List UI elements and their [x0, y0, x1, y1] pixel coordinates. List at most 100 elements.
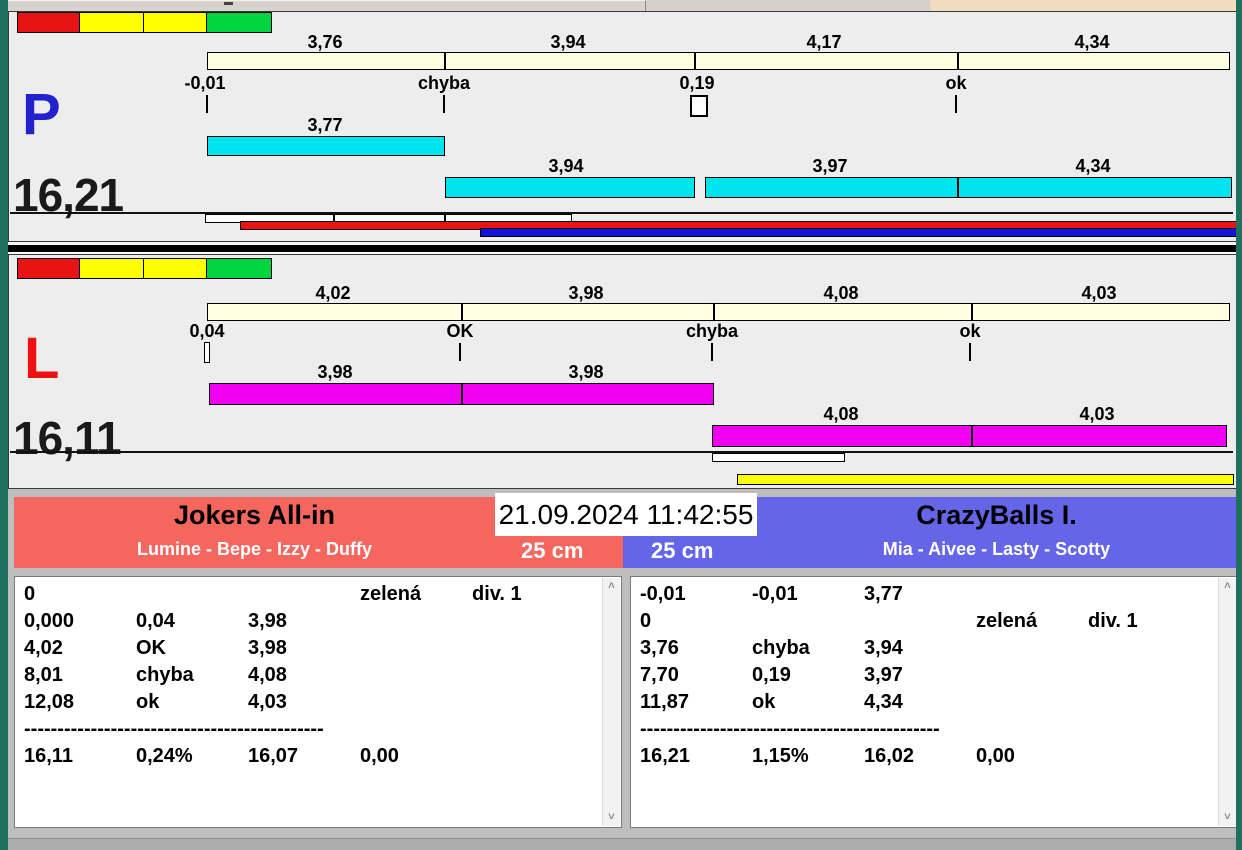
scroll-up-icon[interactable]: ˄ — [603, 578, 620, 595]
measure-bar-cyan — [445, 177, 695, 198]
scrollbar[interactable]: ˄ ˅ — [602, 578, 620, 826]
mark-label: -0,01 — [184, 73, 226, 93]
score-cell: div. 1 — [472, 583, 522, 605]
team-left-players: Lumine - Bepe - Izzy - Duffy — [136, 539, 372, 559]
panel-p — [8, 11, 1237, 242]
score-cell: 4,08 — [248, 664, 287, 686]
score-cell: 0,000 — [24, 610, 75, 632]
score-row: 16,11 0,24% 16,07 0,00 — [24, 743, 599, 770]
measure-bar-cyan — [705, 177, 1232, 198]
score-cell: OK — [136, 637, 166, 659]
score-cell: 0 — [24, 583, 36, 605]
score-cell — [976, 716, 1088, 743]
score-cell — [1088, 581, 1200, 608]
score-box-right[interactable]: -0,01 -0,01 3,77 0 zelená div. 1 3,76 chyba 3,94… — [630, 576, 1238, 828]
team-left-distance: 25 cm — [521, 538, 584, 563]
mark-slim-box — [204, 342, 210, 363]
score-cell — [360, 662, 472, 689]
score-cell: ----------------------------------------… — [640, 718, 940, 740]
score-box-left[interactable]: 0 zelená div. 1 0,000 0,04 3,98 4,02 OK 3,98 8,01… — [14, 576, 622, 828]
score-cell — [752, 716, 864, 743]
top-strip-segment — [245, 0, 313, 11]
score-cell — [864, 608, 976, 635]
score-row: 0 zelená div. 1 — [24, 581, 599, 608]
progress-bar-yellow — [737, 474, 1234, 485]
panel-l-letter: L — [24, 326, 60, 391]
status-square-yellow — [143, 12, 207, 33]
score-cell: 16,07 — [248, 745, 299, 767]
score-cell: 12,08 — [24, 691, 75, 713]
mark-tick — [955, 95, 957, 113]
mark-tick — [459, 343, 461, 361]
scrollbar[interactable]: ˄ ˅ — [1218, 578, 1236, 826]
progress-bar-blue — [480, 228, 1239, 237]
scroll-up-icon[interactable]: ˄ — [1219, 578, 1236, 595]
mark-box — [690, 95, 708, 117]
mark-label: chyba — [417, 73, 471, 93]
score-cell: 3,98 — [248, 637, 287, 659]
status-square-red — [17, 12, 80, 33]
measure-bar-magenta — [209, 383, 714, 405]
bar-label: 4,03 — [1079, 404, 1115, 424]
panel-separator — [8, 245, 1236, 252]
score-cell — [472, 635, 584, 662]
score-row: 4,02 OK 3,98 — [24, 635, 599, 662]
score-row: 7,70 0,19 3,97 — [640, 662, 1215, 689]
score-cell — [1088, 743, 1200, 770]
score-cell: 3,76 — [640, 637, 679, 659]
score-cell: 4,03 — [248, 691, 287, 713]
scroll-down-icon[interactable]: ˅ — [603, 809, 620, 826]
score-cell — [360, 608, 472, 635]
ruler-label: 3,98 — [568, 283, 604, 303]
score-cell: 11,87 — [640, 691, 689, 713]
mark-label: 0,04 — [189, 321, 225, 341]
score-cell — [976, 689, 1088, 716]
baseline — [10, 212, 1233, 214]
mark-label: 0,19 — [679, 73, 715, 93]
score-cell: chyba — [752, 637, 810, 659]
score-cell: 7,70 — [640, 664, 679, 686]
status-square-yellow — [79, 258, 144, 279]
score-cell: 0,04 — [136, 610, 175, 632]
score-cell — [248, 581, 360, 608]
score-row: -0,01 -0,01 3,77 — [640, 581, 1215, 608]
score-cell: 4,34 — [864, 691, 903, 713]
mark-tick — [206, 95, 208, 113]
ruler-label: 4,17 — [806, 32, 842, 52]
ruler-label: 3,94 — [550, 32, 586, 52]
score-cell: 4,02 — [24, 637, 63, 659]
status-square-green — [206, 258, 272, 279]
score-cell: 8,01 — [24, 664, 63, 686]
baseline — [10, 451, 1233, 453]
score-cell — [472, 608, 584, 635]
ruler-label: 3,76 — [307, 32, 343, 52]
score-cell — [360, 689, 472, 716]
score-cell — [1088, 635, 1200, 662]
mark-label: chyba — [685, 321, 739, 341]
window-frame-left — [0, 0, 8, 850]
team-right-distance: 25 cm — [651, 538, 714, 563]
team-right-players: Mia - Aivee - Lasty - Scotty — [882, 539, 1111, 559]
score-row: 12,08 ok 4,03 — [24, 689, 599, 716]
score-rows: -0,01 -0,01 3,77 0 zelená div. 1 3,76 chyba 3,94… — [640, 581, 1215, 770]
score-cell — [1088, 716, 1200, 743]
score-cell: zelená — [976, 610, 1038, 632]
score-row: 16,21 1,15% 16,02 0,00 — [640, 743, 1215, 770]
measurement-app-window: P 16,21 3,76 3,94 4,17 4,34 -0,01 chyba … — [0, 0, 1242, 850]
score-cell: 0,00 — [360, 745, 399, 767]
bar-label: 3,77 — [307, 115, 343, 135]
window-bottom-strip — [8, 838, 1236, 850]
bar-label: 3,98 — [317, 362, 353, 382]
score-row: 11,87 ok 4,34 — [640, 689, 1215, 716]
score-cell — [360, 716, 472, 743]
score-cell — [976, 581, 1088, 608]
score-cell — [136, 581, 248, 608]
ruler-label: 4,03 — [1081, 283, 1117, 303]
status-square-red — [17, 258, 80, 279]
scroll-down-icon[interactable]: ˅ — [1219, 809, 1236, 826]
ruler-bar — [207, 52, 1230, 70]
top-strip-segment — [448, 0, 558, 11]
score-cell: -0,01 — [640, 583, 686, 605]
status-square-green — [206, 12, 272, 33]
bar-label: 4,08 — [823, 404, 859, 424]
